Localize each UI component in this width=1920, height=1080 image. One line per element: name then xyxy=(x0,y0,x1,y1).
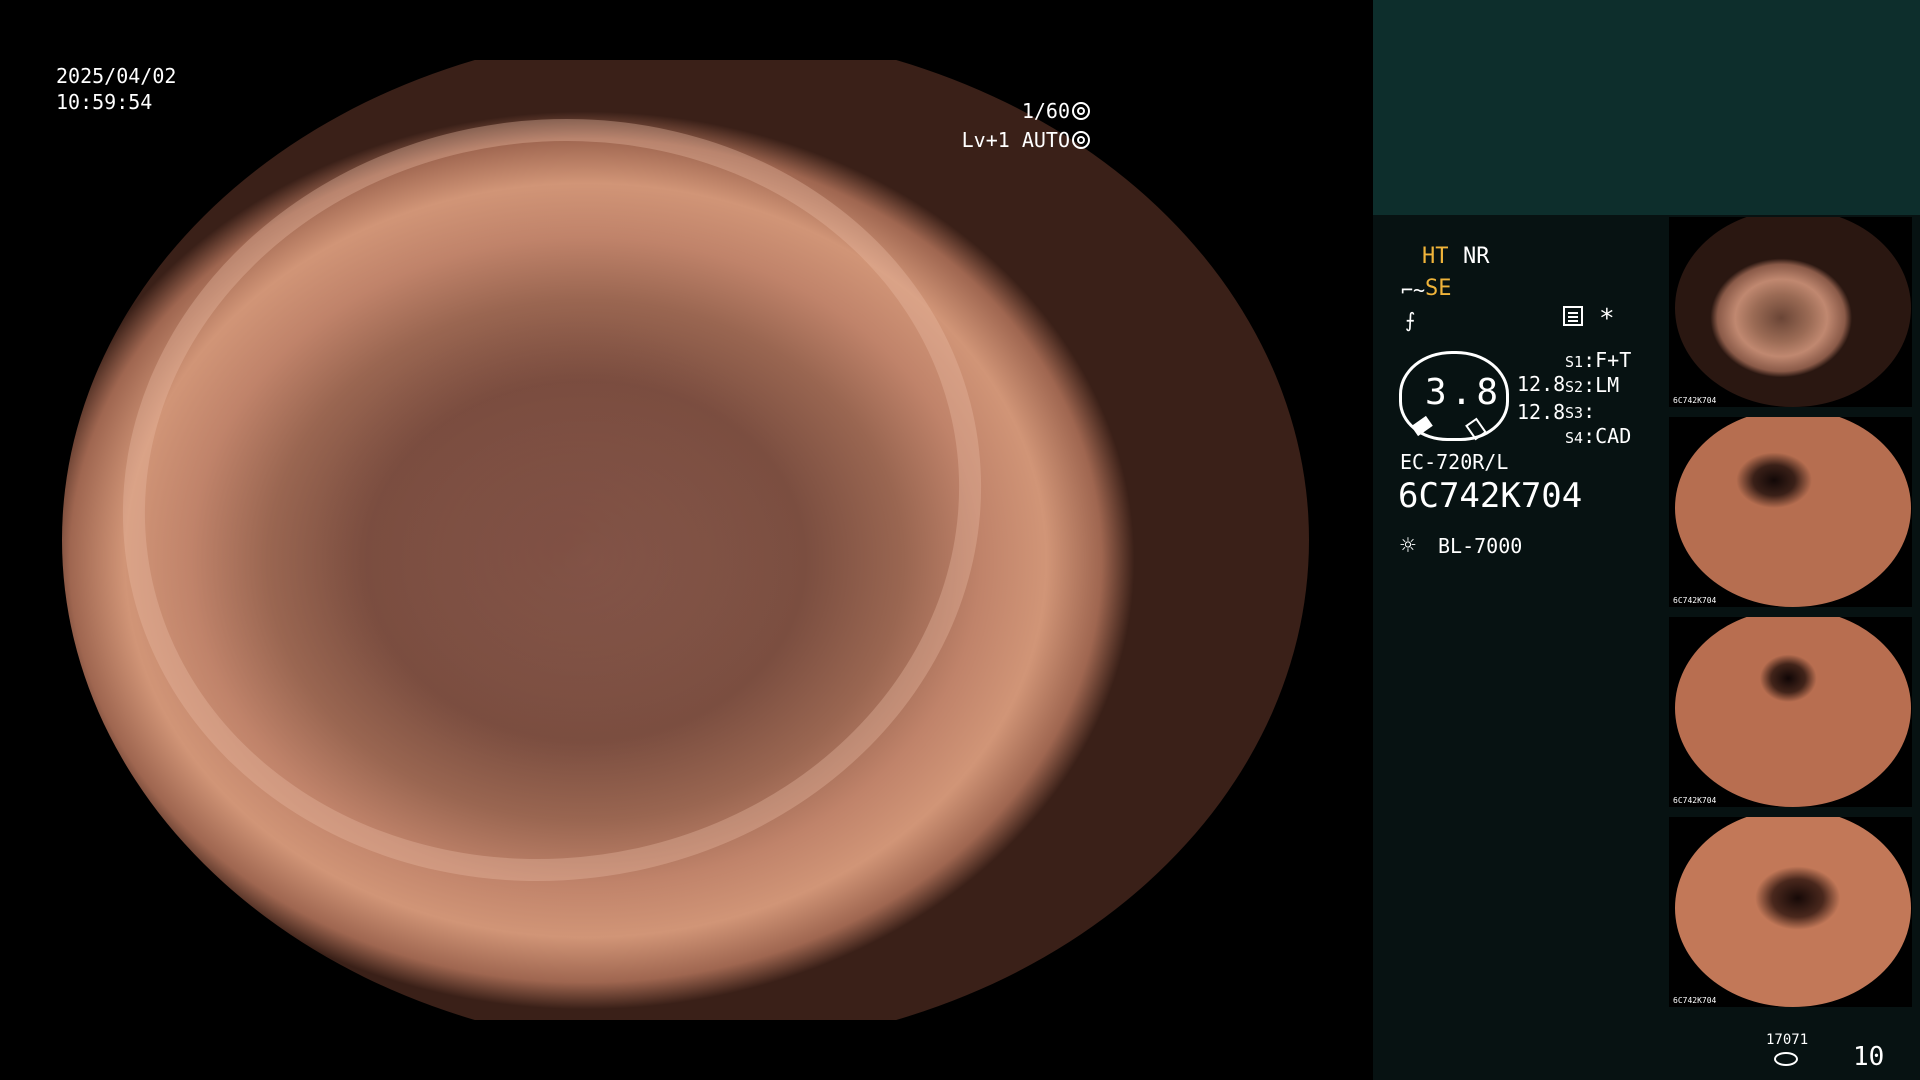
storage-label: 17071 xyxy=(1766,1032,1809,1048)
thumbnail-image xyxy=(1675,817,1911,1007)
thumbnail-image xyxy=(1675,417,1911,607)
ht-indicator: HT xyxy=(1422,244,1449,269)
menu-icon xyxy=(1563,306,1583,326)
thumbnail-caption: 6C742K704 xyxy=(1673,796,1717,805)
storage-disk-icon xyxy=(1774,1052,1798,1066)
switch-s3: S3: xyxy=(1565,399,1596,423)
endoscopic-image xyxy=(62,60,1309,1020)
switch-s2: S2:LM xyxy=(1565,373,1620,397)
shutter-value: 1/60 xyxy=(1021,99,1070,123)
structure-enhancement-icon: ⌐~ xyxy=(1401,278,1426,302)
color-enhancement-icon: ⨍ xyxy=(1405,308,1416,332)
osd-iris: Lv+1 AUTO xyxy=(962,127,1090,153)
thumbnail-image xyxy=(1675,617,1911,807)
thumbnail-4[interactable]: 6C742K704 xyxy=(1669,817,1912,1007)
star-indicator: * xyxy=(1599,304,1615,334)
thumbnail-image xyxy=(1675,217,1911,407)
thumbnail-caption: 6C742K704 xyxy=(1673,596,1717,605)
value-2: 12.8 xyxy=(1517,400,1566,424)
switch-s1-key: S1 xyxy=(1565,353,1584,371)
nr-indicator: NR xyxy=(1463,244,1490,269)
thumbnail-caption: 6C742K704 xyxy=(1673,996,1717,1005)
osd-shutter: 1/60 xyxy=(1022,98,1090,124)
switch-s4-value: CAD xyxy=(1595,424,1632,448)
switch-s4-key: S4 xyxy=(1565,429,1584,447)
osd-time: 10:59:54 xyxy=(56,90,153,114)
shutter-icon xyxy=(1072,102,1090,120)
auto-iris-icon xyxy=(1072,131,1090,149)
se-indicator: SE xyxy=(1425,276,1452,301)
switch-s2-key: S2 xyxy=(1565,378,1584,396)
switch-s1: S1:F+T xyxy=(1565,348,1632,372)
osd-date: 2025/04/02 xyxy=(56,64,177,88)
switch-s3-key: S3 xyxy=(1565,404,1584,422)
status-sidebar: HT NR ⌐~ SE ⨍ * 3.8 12.8 12.8 S1:F+T S2:… xyxy=(1373,0,1920,1080)
endoscope-main-view: 2025/04/02 10:59:54 1/60 Lv+1 AUTO xyxy=(0,0,1373,1080)
image-count: 10 xyxy=(1853,1042,1885,1072)
light-source: BL-7000 xyxy=(1438,534,1523,558)
sidebar-header-panel xyxy=(1373,0,1920,215)
thumbnail-caption: 6C742K704 xyxy=(1673,396,1717,405)
value-1: 12.8 xyxy=(1517,372,1566,396)
thumbnail-3[interactable]: 6C742K704 xyxy=(1669,617,1912,807)
switch-s1-value: F+T xyxy=(1595,348,1632,372)
gauge-value: 3.8 xyxy=(1425,372,1503,413)
scope-serial: 6C742K704 xyxy=(1398,476,1583,516)
switch-s4: S4:CAD xyxy=(1565,424,1632,448)
switch-s2-value: LM xyxy=(1595,373,1620,397)
thumbnail-2[interactable]: 6C742K704 xyxy=(1669,417,1912,607)
scope-model: EC-720R/L xyxy=(1400,450,1509,474)
lamp-icon: ☼ xyxy=(1400,531,1416,561)
iris-level: Lv+1 AUTO xyxy=(961,128,1070,152)
thumbnail-1[interactable]: 6C742K704 xyxy=(1669,217,1912,407)
